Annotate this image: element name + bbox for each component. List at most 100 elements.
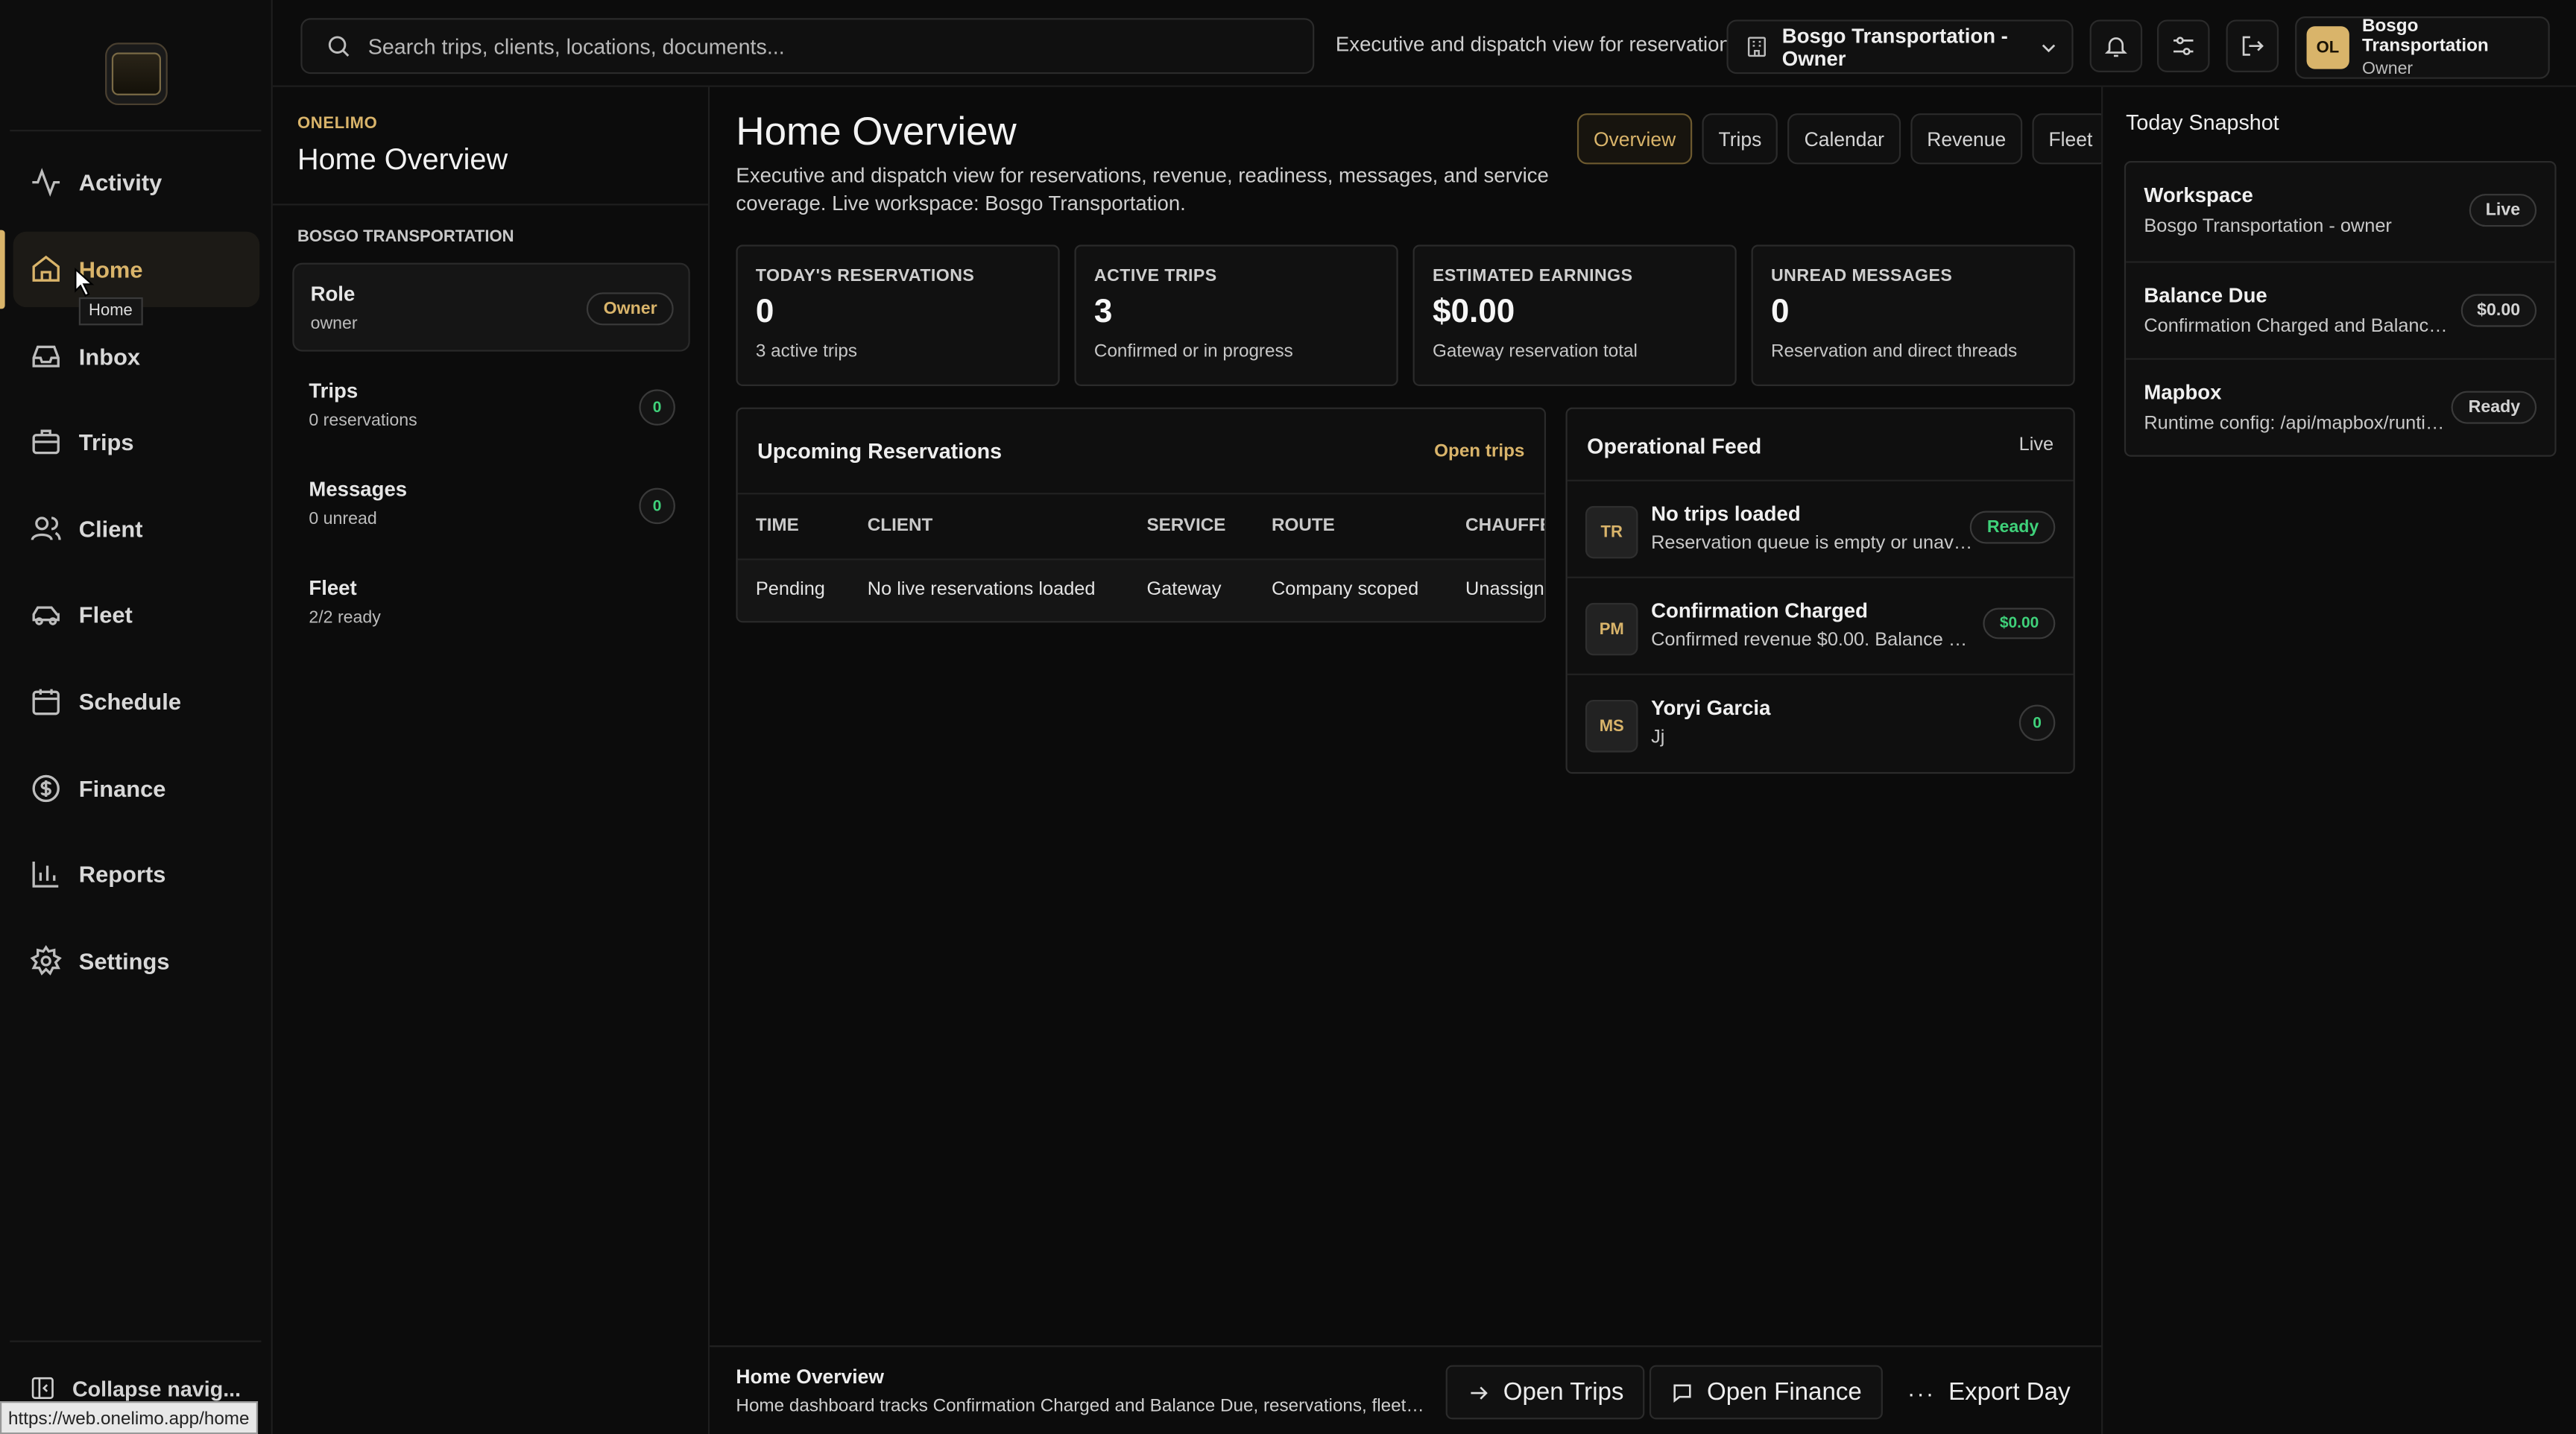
sidebar-item-inbox[interactable]: Inbox (13, 319, 260, 394)
feed-item-subtitle: Confirmed revenue $0.00. Balance Due $0.… (1651, 631, 1980, 651)
sidebar-item-label: Inbox (78, 343, 141, 370)
snapshot-item-workspace[interactable]: Workspace Bosgo Transportation - owner L… (2126, 162, 2554, 259)
avatar: PM (1585, 602, 1638, 656)
workspace-select[interactable]: Bosgo Transportation - Owner (1726, 19, 2074, 75)
sidebar-item-schedule[interactable]: Schedule (13, 663, 260, 739)
sidebar-item-label: Fleet (78, 601, 133, 628)
open-finance-button[interactable]: Open Finance (1649, 1365, 1884, 1420)
snapshot-item-balance-due[interactable]: Balance Due Confirmation Charged and Bal… (2126, 261, 2555, 358)
panel-title: Operational Feed (1587, 433, 1762, 458)
table-cell: Unassigned (1465, 580, 1544, 600)
home-icon (32, 255, 60, 282)
sidebar-item-reports[interactable]: Reports (13, 836, 260, 912)
page-description: Executive and dispatch view for reservat… (736, 164, 1549, 215)
button-label: Export Day (1948, 1378, 2071, 1406)
column-header-time[interactable]: TIME (756, 516, 799, 535)
section-label: BOSGO TRANSPORTATION (297, 228, 514, 247)
open-trips-link[interactable]: Open trips (1434, 442, 1524, 461)
column-header-service[interactable]: SERVICE (1146, 516, 1225, 535)
sidebar-item-trips[interactable]: Trips (13, 404, 260, 479)
table-cell: Company scoped (1271, 580, 1419, 600)
context-item-trips[interactable]: Trips 0 reservations 0 (292, 361, 689, 450)
tab-calendar[interactable]: Calendar (1787, 113, 1901, 165)
role-badge: Owner (587, 292, 674, 326)
view-tabs: Overview Trips Calendar Revenue Fleet (1576, 113, 2109, 165)
count-badge: 0 (2018, 704, 2056, 742)
context-item-subtitle: 0 unread (309, 509, 377, 529)
kpi-card-earnings: ESTIMATED EARNINGS $0.00 Gateway reserva… (1412, 244, 1737, 386)
mouse-cursor-icon (75, 268, 95, 297)
table-row[interactable] (737, 558, 1544, 622)
notifications-button[interactable] (2089, 19, 2143, 72)
user-menu[interactable]: OL Bosgo Transportation Owner (2295, 16, 2550, 79)
sidebar-item-client[interactable]: Client (13, 491, 260, 566)
column-header-route[interactable]: ROUTE (1272, 516, 1335, 535)
table-cell: Pending (755, 580, 825, 600)
tab-trips[interactable]: Trips (1702, 113, 1778, 165)
filters-button[interactable] (2156, 19, 2210, 72)
column-header-chauffeur[interactable]: CHAUFFEUR (1465, 516, 1544, 535)
amount-badge: $0.00 (2460, 294, 2537, 327)
sidebar-item-settings[interactable]: Settings (13, 923, 260, 999)
column-header-client[interactable]: CLIENT (868, 516, 933, 535)
table-cell: No live reservations loaded (867, 580, 1096, 600)
open-trips-button[interactable]: Open Trips (1445, 1365, 1646, 1420)
export-day-button[interactable]: ··· Export Day (1886, 1365, 2092, 1420)
tab-overview[interactable]: Overview (1576, 113, 1693, 165)
kpi-value: 0 (1771, 294, 1790, 331)
kpi-value: 3 (1093, 294, 1113, 331)
sidebar-item-fleet[interactable]: Fleet (13, 577, 260, 652)
message-square-icon (1673, 1383, 1691, 1402)
kpi-subtext: 3 active trips (755, 341, 857, 361)
panel-header: Upcoming Reservations Open trips (737, 409, 1544, 495)
feed-item[interactable]: MS Yoryi Garcia Jj 0 (1567, 673, 2074, 771)
gear-icon (30, 945, 62, 976)
user-name: Bosgo Transportation (2361, 16, 2489, 56)
kpi-label: UNREAD MESSAGES (1771, 266, 1953, 286)
main-content: Home Overview Executive and dispatch vie… (710, 86, 2109, 1434)
more-icon: ··· (1907, 1379, 1936, 1406)
context-item-subtitle: 2/2 ready (309, 607, 381, 628)
app-logo[interactable] (105, 42, 168, 106)
sidebar-item-home[interactable]: Home (13, 231, 260, 308)
snapshot-item-mapbox[interactable]: Mapbox Runtime config: /api/mapbox/runti… (2126, 358, 2555, 455)
kpi-card-unread-messages: UNREAD MESSAGES 0 Reservation and direct… (1751, 244, 2075, 386)
table-cell: Gateway (1146, 580, 1222, 600)
active-indicator (0, 230, 5, 309)
avatar: TR (1585, 505, 1638, 559)
snapshot-item-subtitle: Bosgo Transportation - owner (2144, 216, 2392, 237)
sidebar-item-label: Trips (78, 429, 134, 455)
feed-item[interactable]: TR No trips loaded Reservation queue is … (1567, 479, 2074, 577)
kpi-value: $0.00 (1432, 294, 1515, 331)
logout-button[interactable] (2226, 19, 2279, 72)
footer-title: Home Overview (736, 1365, 884, 1389)
status-badge: Ready (1970, 511, 2056, 544)
brand-eyebrow: ONELIMO (297, 115, 378, 133)
context-item-fleet[interactable]: Fleet 2/2 ready (292, 558, 689, 647)
context-item-messages[interactable]: Messages 0 unread 0 (292, 460, 689, 549)
search-icon (328, 36, 350, 57)
divider (272, 203, 708, 206)
feed-item[interactable]: PM Confirmation Charged Confirmed revenu… (1567, 576, 2074, 674)
context-item-subtitle: 0 reservations (309, 411, 417, 431)
sidebar: Activity Home Home Inbox Trips Client Fl… (0, 0, 273, 1434)
sidebar-item-finance[interactable]: Finance (13, 751, 260, 826)
sidebar-item-label: Client (78, 516, 143, 543)
button-label: Open Trips (1503, 1378, 1624, 1406)
search-input[interactable]: Search trips, clients, locations, docume… (300, 18, 1315, 75)
sidebar-item-label: Schedule (78, 688, 182, 715)
tab-fleet[interactable]: Fleet (2032, 113, 2109, 165)
feed-item-title: Confirmation Charged (1651, 599, 1868, 623)
context-item-role[interactable]: Role owner Owner (292, 262, 690, 352)
kpi-subtext: Confirmed or in progress (1093, 341, 1293, 361)
feed-item-subtitle: Reservation queue is empty or unavailabl… (1651, 534, 1980, 554)
count-badge: 0 (639, 487, 675, 525)
avatar: MS (1585, 699, 1638, 753)
bar-chart-icon (32, 862, 59, 888)
sidebar-item-label: Finance (78, 775, 166, 802)
sidebar-item-activity[interactable]: Activity (13, 145, 260, 220)
button-label: Open Finance (1707, 1378, 1862, 1406)
tab-revenue[interactable]: Revenue (1910, 113, 2023, 165)
kpi-label: ESTIMATED EARNINGS (1432, 266, 1633, 286)
sliders-icon (2174, 37, 2194, 56)
